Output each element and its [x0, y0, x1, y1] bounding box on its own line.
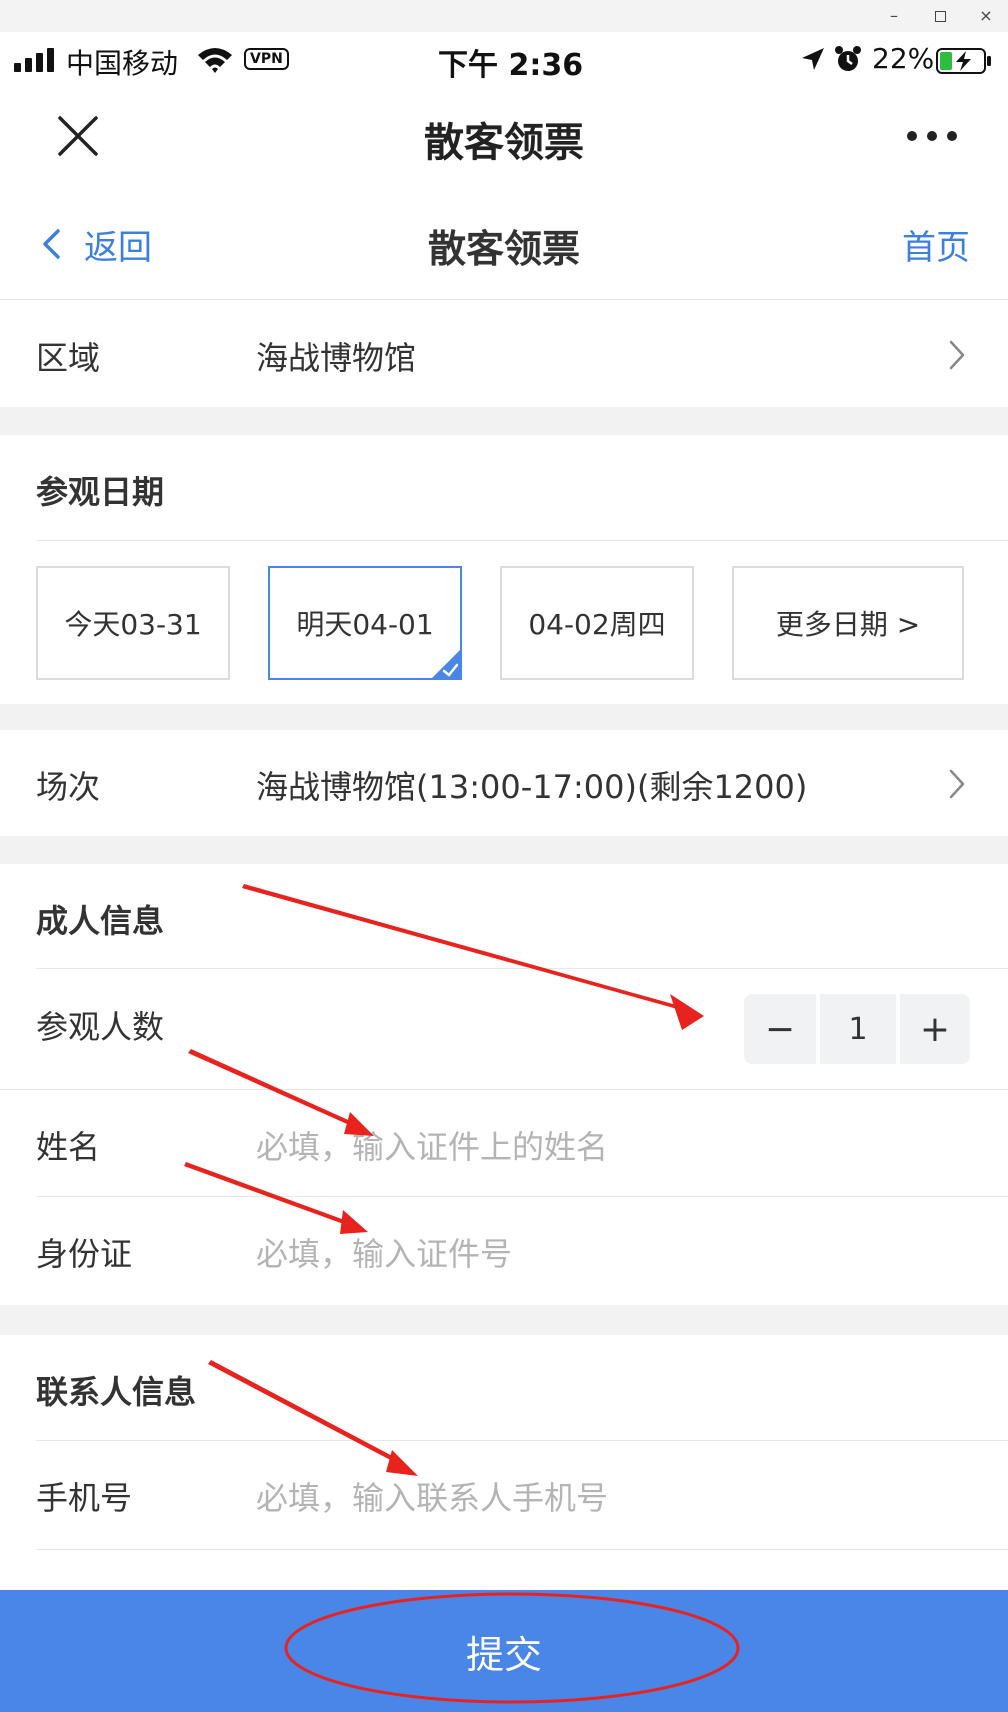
id-label: 身份证	[36, 1235, 133, 1273]
location-arrow-icon	[802, 48, 824, 70]
page-title: 散客领票	[427, 227, 580, 271]
phone-input[interactable]: 必填，输入联系人手机号	[256, 1473, 608, 1519]
app-nav-bar: 散客领票	[0, 88, 1008, 188]
chevron-right-icon	[949, 769, 965, 799]
date-option-today[interactable]: 今天03-31	[36, 566, 230, 680]
divider	[36, 1549, 1008, 1550]
divider	[0, 1089, 1008, 1090]
name-input[interactable]: 必填，输入证件上的姓名	[256, 1122, 608, 1168]
visitor-count-label: 参观人数	[36, 1008, 165, 1046]
visitor-count-value[interactable]: 1	[820, 994, 896, 1064]
date-option-tomorrow[interactable]: 明天04-01	[268, 566, 462, 680]
area-row[interactable]: 区域 海战博物馆	[0, 301, 1008, 407]
divider	[36, 540, 1008, 541]
status-bar: 中国移动 VPN 下午 2:36 22%	[0, 32, 1008, 88]
divider	[36, 1440, 1008, 1441]
more-options-icon[interactable]	[906, 128, 958, 144]
section-gap	[0, 407, 1008, 435]
selected-check-icon	[431, 649, 461, 679]
divider	[36, 968, 1008, 969]
nav-title: 散客领票	[424, 120, 584, 166]
wifi-icon	[198, 48, 232, 73]
increase-button[interactable]: +	[900, 994, 970, 1064]
chevron-right-icon	[949, 340, 965, 370]
visit-date-title: 参观日期	[36, 473, 165, 511]
submit-button[interactable]: 提交	[0, 1590, 1008, 1712]
date-option-0402[interactable]: 04-02周四	[500, 566, 694, 680]
id-number-input[interactable]: 必填，输入证件号	[256, 1229, 512, 1275]
divider	[36, 1196, 1008, 1197]
session-label: 场次	[36, 768, 101, 806]
contact-info-title: 联系人信息	[36, 1373, 197, 1411]
battery-charging-icon	[936, 48, 991, 74]
session-value: 海战博物馆(13:00-17:00)(剩余1200)	[256, 768, 808, 806]
vpn-badge: VPN	[244, 48, 289, 70]
carrier-name: 中国移动	[66, 47, 179, 80]
area-label: 区域	[36, 339, 101, 377]
window-maximize-button[interactable]	[920, 2, 960, 30]
home-link[interactable]: 首页	[902, 220, 970, 269]
window-titlebar: – ×	[0, 0, 1008, 32]
window-close-button[interactable]: ×	[966, 2, 1006, 30]
submit-label: 提交	[465, 1633, 542, 1677]
cellular-signal-icon	[14, 48, 56, 72]
visitor-count-stepper: − 1 +	[744, 994, 970, 1064]
date-option-label: 明天04-01	[296, 608, 434, 641]
page-header: 返回 散客领票 首页	[0, 188, 1008, 300]
section-gap	[0, 1305, 1008, 1335]
contact-info-section: 联系人信息 手机号 必填，输入联系人手机号	[0, 1335, 1008, 1550]
decrease-button[interactable]: −	[744, 994, 816, 1064]
screen: { "window": { "minimize": "–", "close": …	[0, 0, 1008, 1712]
section-gap	[0, 836, 1008, 864]
maximize-icon	[934, 11, 946, 22]
window-minimize-button[interactable]: –	[874, 2, 914, 30]
section-gap	[0, 704, 1008, 730]
status-time: 下午 2:36	[438, 48, 584, 83]
more-dates-button[interactable]: 更多日期 >	[732, 566, 964, 680]
adult-info-title: 成人信息	[36, 902, 165, 940]
session-row[interactable]: 场次 海战博物馆(13:00-17:00)(剩余1200)	[0, 730, 1008, 836]
alarm-clock-icon	[835, 46, 861, 71]
battery-percentage: 22%	[872, 42, 935, 75]
adult-info-section: 成人信息 参观人数 姓名 必填，输入证件上的姓名 身份证 必填，输入证件号	[0, 864, 1008, 1305]
name-label: 姓名	[36, 1128, 101, 1166]
phone-label: 手机号	[36, 1479, 133, 1517]
area-value: 海战博物馆	[256, 339, 417, 377]
